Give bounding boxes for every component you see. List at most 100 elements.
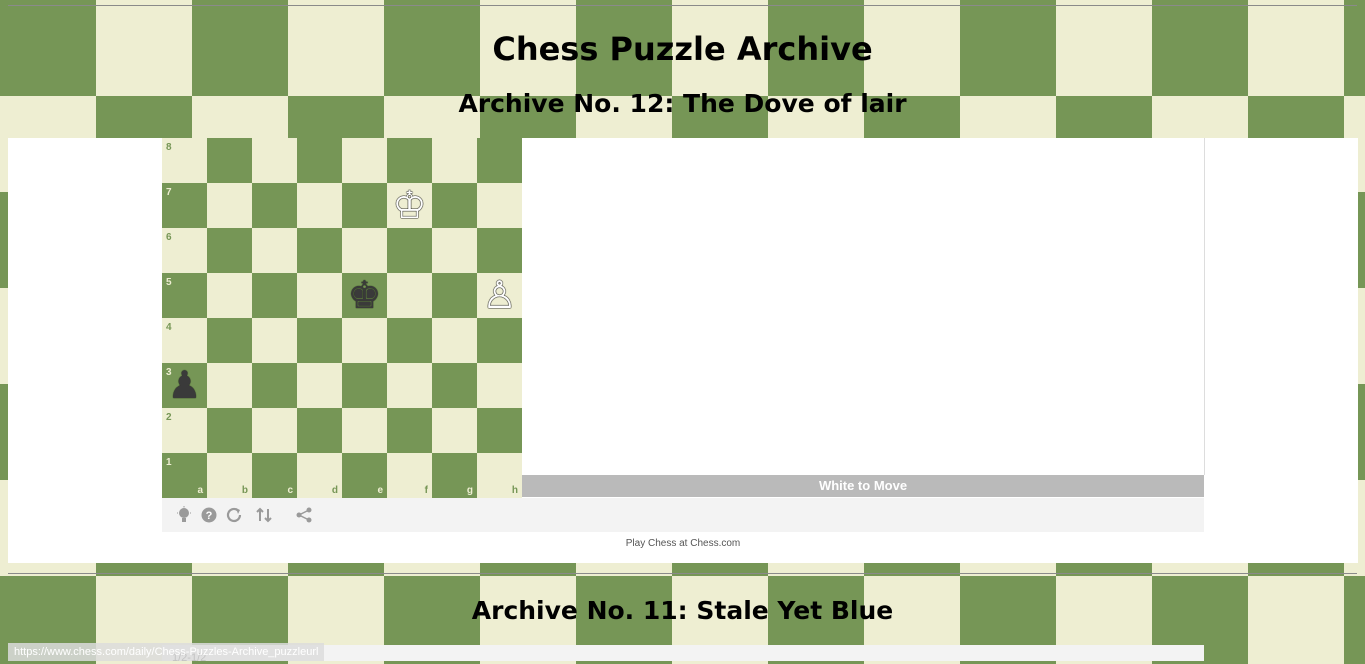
square-e8[interactable] xyxy=(342,138,387,183)
square-f3[interactable] xyxy=(387,363,432,408)
square-c3[interactable] xyxy=(252,363,297,408)
square-d2[interactable] xyxy=(297,408,342,453)
square-g5[interactable] xyxy=(432,273,477,318)
rank-label: 7 xyxy=(166,187,172,198)
square-h5[interactable]: ♙ xyxy=(477,273,522,318)
square-e6[interactable] xyxy=(342,228,387,273)
square-g2[interactable] xyxy=(432,408,477,453)
file-label: g xyxy=(466,485,473,496)
rank-label: 5 xyxy=(166,277,172,288)
square-h7[interactable] xyxy=(477,183,522,228)
site-title: Chess Puzzle Archive xyxy=(492,30,873,68)
square-d7[interactable] xyxy=(297,183,342,228)
square-g6[interactable] xyxy=(432,228,477,273)
chess-board[interactable]: 8 7 ♔ 6 5 ♚ ♙ 4 3 ♟ 2 1 a b c d e f g h xyxy=(162,138,522,498)
rank-label: 2 xyxy=(166,412,172,423)
square-a6[interactable]: 6 xyxy=(162,228,207,273)
square-b4[interactable] xyxy=(207,318,252,363)
square-d8[interactable] xyxy=(297,138,342,183)
square-h8[interactable] xyxy=(477,138,522,183)
square-b2[interactable] xyxy=(207,408,252,453)
square-c4[interactable] xyxy=(252,318,297,363)
square-c8[interactable] xyxy=(252,138,297,183)
square-h1[interactable]: h xyxy=(477,453,522,498)
square-a3[interactable]: 3 ♟ xyxy=(162,363,207,408)
square-b7[interactable] xyxy=(207,183,252,228)
file-label: f xyxy=(424,485,428,496)
square-g7[interactable] xyxy=(432,183,477,228)
square-f4[interactable] xyxy=(387,318,432,363)
square-h4[interactable] xyxy=(477,318,522,363)
file-label: e xyxy=(377,485,383,496)
help-icon[interactable]: ? xyxy=(199,505,219,525)
square-c1[interactable]: c xyxy=(252,453,297,498)
square-d5[interactable] xyxy=(297,273,342,318)
square-e3[interactable] xyxy=(342,363,387,408)
square-g3[interactable] xyxy=(432,363,477,408)
square-f8[interactable] xyxy=(387,138,432,183)
square-c6[interactable] xyxy=(252,228,297,273)
play-chess-link[interactable]: Play Chess at Chess.com xyxy=(8,538,1358,549)
top-divider xyxy=(8,5,1357,6)
square-f2[interactable] xyxy=(387,408,432,453)
flip-board-icon[interactable] xyxy=(254,505,274,525)
square-b8[interactable] xyxy=(207,138,252,183)
file-label: d xyxy=(331,485,338,496)
square-h2[interactable] xyxy=(477,408,522,453)
retry-icon[interactable] xyxy=(224,505,244,525)
square-h6[interactable] xyxy=(477,228,522,273)
square-b6[interactable] xyxy=(207,228,252,273)
square-a7[interactable]: 7 xyxy=(162,183,207,228)
chess-puzzle-widget: 8 7 ♔ 6 5 ♚ ♙ 4 3 ♟ 2 1 a b c d e f g h White to Move ? xyxy=(162,138,1205,532)
square-g4[interactable] xyxy=(432,318,477,363)
puzzle-controls: ? xyxy=(162,498,1204,532)
move-list-area xyxy=(522,138,1205,475)
square-e2[interactable] xyxy=(342,408,387,453)
square-b3[interactable] xyxy=(207,363,252,408)
square-f7[interactable]: ♔ xyxy=(387,183,432,228)
share-icon[interactable] xyxy=(294,505,314,525)
square-e5[interactable]: ♚ xyxy=(342,273,387,318)
square-c5[interactable] xyxy=(252,273,297,318)
square-a4[interactable]: 4 xyxy=(162,318,207,363)
square-d1[interactable]: d xyxy=(297,453,342,498)
puzzle-panel: 8 7 ♔ 6 5 ♚ ♙ 4 3 ♟ 2 1 a b c d e f g h White to Move ? Pla… xyxy=(8,138,1358,563)
hint-icon[interactable] xyxy=(174,505,194,525)
file-label: b xyxy=(241,485,248,496)
square-a2[interactable]: 2 xyxy=(162,408,207,453)
square-b1[interactable]: b xyxy=(207,453,252,498)
svg-text:?: ? xyxy=(206,510,213,522)
square-g8[interactable] xyxy=(432,138,477,183)
file-label: h xyxy=(511,485,518,496)
puzzle-title: Archive No. 12: The Dove of lair xyxy=(458,89,907,118)
square-a1[interactable]: 1a xyxy=(162,453,207,498)
rank-label: 8 xyxy=(166,142,172,153)
square-f6[interactable] xyxy=(387,228,432,273)
square-h3[interactable] xyxy=(477,363,522,408)
black-pawn-icon[interactable]: ♟ xyxy=(162,363,207,408)
file-label: c xyxy=(287,485,293,496)
square-b5[interactable] xyxy=(207,273,252,318)
square-d3[interactable] xyxy=(297,363,342,408)
square-a8[interactable]: 8 xyxy=(162,138,207,183)
black-king-icon[interactable]: ♚ xyxy=(342,273,387,318)
puzzle-title-2: Archive No. 11: Stale Yet Blue xyxy=(471,596,894,625)
square-a5[interactable]: 5 xyxy=(162,273,207,318)
square-d4[interactable] xyxy=(297,318,342,363)
square-g1[interactable]: g xyxy=(432,453,477,498)
square-f5[interactable] xyxy=(387,273,432,318)
square-e7[interactable] xyxy=(342,183,387,228)
file-label: a xyxy=(197,485,203,496)
square-d6[interactable] xyxy=(297,228,342,273)
rank-label: 1 xyxy=(166,457,172,468)
square-f1[interactable]: f xyxy=(387,453,432,498)
square-c7[interactable] xyxy=(252,183,297,228)
white-pawn-icon[interactable]: ♙ xyxy=(477,273,522,318)
square-e4[interactable] xyxy=(342,318,387,363)
rank-label: 4 xyxy=(166,322,172,333)
white-king-icon[interactable]: ♔ xyxy=(387,183,432,228)
rank-label: 6 xyxy=(166,232,172,243)
square-e1[interactable]: e xyxy=(342,453,387,498)
turn-indicator: White to Move xyxy=(522,475,1204,497)
square-c2[interactable] xyxy=(252,408,297,453)
